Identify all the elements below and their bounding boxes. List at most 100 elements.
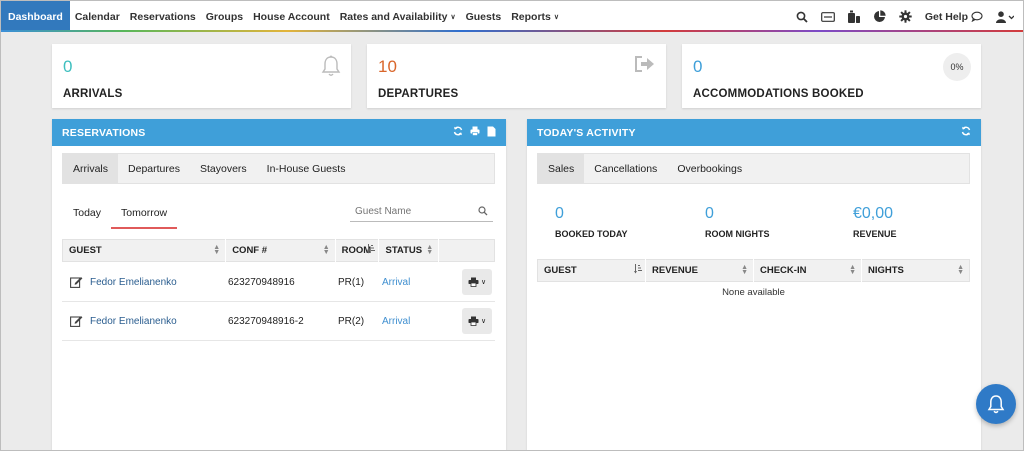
arrivals-label: ARRIVALS [63, 88, 123, 100]
room-code: PR(1) [338, 276, 365, 288]
user-icon[interactable] [995, 10, 1015, 24]
room-nights-value: 0 [705, 205, 714, 222]
sign-out-icon [634, 55, 656, 76]
activity-header: TODAY'S ACTIVITY [527, 119, 981, 146]
nav-accent-bar [1, 30, 1023, 32]
arrivals-card: 0 ARRIVALS [52, 44, 351, 108]
bell-icon [987, 395, 1005, 414]
booked-today-label: BOOKED TODAY [555, 229, 628, 239]
nav-calendar[interactable]: Calendar [70, 1, 125, 32]
sort-icon: ▲ ▼ [741, 264, 748, 276]
tab-cancellations[interactable]: Cancellations [584, 153, 667, 184]
arrivals-count: 0 [63, 57, 73, 76]
get-help-label: Get Help [924, 10, 968, 23]
col-status[interactable]: STATUS ▲ ▼ [379, 239, 440, 262]
edit-icon[interactable] [70, 315, 84, 327]
room-nights-stat: 0 ROOM NIGHTS [705, 205, 770, 239]
col-guest[interactable]: GUEST [538, 259, 646, 282]
tab-departures[interactable]: Departures [118, 153, 190, 184]
col-revenue[interactable]: REVENUE ▲ ▼ [646, 259, 754, 282]
search-icon[interactable] [795, 10, 809, 24]
nav-utilities: Get Help [795, 1, 1015, 32]
guest-search-input[interactable] [350, 202, 468, 220]
col-guest[interactable]: GUEST ▲ ▼ [63, 239, 227, 262]
col-conf[interactable]: CONF # ▲ ▼ [226, 239, 336, 262]
departures-card: 10 DEPARTURES [367, 44, 666, 108]
chevron-down-icon: ∨ [553, 13, 560, 21]
nav-reports[interactable]: Reports ∨ [506, 1, 564, 32]
reservations-panel: RESERVATIONS Arrivals Departures Stayove… [52, 119, 506, 450]
room-code: PR(2) [338, 315, 365, 327]
gear-icon[interactable] [899, 10, 913, 24]
print-dropdown-button[interactable]: ∨ [462, 269, 492, 295]
col-nights-label: NIGHTS [868, 265, 904, 276]
room-nights-label: ROOM NIGHTS [705, 229, 770, 239]
nav-rates-availability[interactable]: Rates and Availability ∨ [335, 1, 461, 32]
occupancy-percent-badge: 0% [943, 53, 971, 81]
accommodations-label: ACCOMMODATIONS BOOKED [693, 88, 864, 100]
chat-bubble-icon [971, 11, 983, 22]
col-guest-label: GUEST [69, 245, 102, 256]
get-help-button[interactable]: Get Help [925, 11, 983, 23]
devices-icon[interactable] [847, 10, 861, 24]
guest-name-link[interactable]: Fedor Emelianenko [84, 277, 228, 288]
sort-amount-icon [367, 244, 376, 255]
chevron-down-icon: ∨ [480, 318, 487, 325]
status-link[interactable]: Arrival [382, 277, 462, 288]
pie-chart-icon[interactable] [873, 10, 887, 24]
nav-reservations[interactable]: Reservations [125, 1, 201, 32]
guest-name-link[interactable]: Fedor Emelianenko [84, 316, 228, 327]
accommodations-card: 0 ACCOMMODATIONS BOOKED 0% [682, 44, 981, 108]
bell-icon [321, 55, 341, 80]
tab-overbookings[interactable]: Overbookings [667, 153, 752, 184]
guest-search [350, 202, 493, 222]
tab-in-house-guests[interactable]: In-House Guests [257, 153, 356, 184]
reservations-header: RESERVATIONS [52, 119, 506, 146]
col-status-label: STATUS [385, 245, 423, 256]
col-room[interactable]: ROOM [336, 239, 380, 262]
tab-arrivals[interactable]: Arrivals [63, 153, 119, 184]
document-icon[interactable] [487, 126, 496, 140]
subtab-tomorrow[interactable]: Tomorrow [111, 202, 178, 229]
revenue-label: REVENUE [853, 229, 897, 239]
nav-rates-availability-label: Rates and Availability [339, 10, 448, 23]
status-link[interactable]: Arrival [382, 316, 462, 327]
reservations-tabs: Arrivals Departures Stayovers In-House G… [62, 153, 495, 184]
activity-tabs: Sales Cancellations Overbookings [537, 153, 970, 184]
nav-dashboard[interactable]: Dashboard [1, 1, 70, 32]
col-conf-label: CONF # [232, 245, 268, 256]
sort-icon: ▲ ▼ [322, 244, 330, 256]
col-nights[interactable]: NIGHTS ▲ ▼ [862, 259, 969, 282]
table-row: Fedor Emelianenko 623270948916-2 PR(2) A… [62, 302, 495, 341]
revenue-value: €0,00 [853, 205, 894, 222]
search-icon[interactable] [478, 206, 488, 219]
app-frame: Dashboard Calendar Reservations Groups H… [0, 0, 1024, 451]
col-check-in-label: CHECK-IN [760, 265, 807, 276]
refresh-icon[interactable] [453, 126, 463, 139]
sort-alpha-icon [634, 264, 642, 275]
conf-number: 623270948916 [228, 276, 295, 288]
accommodations-count: 0 [693, 57, 703, 76]
nav-guests[interactable]: Guests [461, 1, 507, 32]
tab-stayovers[interactable]: Stayovers [190, 153, 257, 184]
tab-sales[interactable]: Sales [538, 153, 585, 184]
nav-reports-label: Reports [511, 10, 551, 23]
col-revenue-label: REVENUE [652, 265, 698, 276]
col-check-in[interactable]: CHECK-IN ▲ ▼ [754, 259, 862, 282]
chevron-down-icon: ∨ [450, 13, 456, 21]
nav-house-account[interactable]: House Account [248, 1, 335, 32]
reservations-table-header: GUEST ▲ ▼ CONF # ▲ ▼ ROOM STATUS ▲ ▼ [62, 239, 495, 262]
sort-icon: ▲ ▼ [957, 264, 964, 276]
refresh-icon[interactable] [961, 126, 971, 139]
print-dropdown-button[interactable]: ∨ [462, 308, 492, 334]
nav-groups[interactable]: Groups [201, 1, 248, 32]
booked-today-stat: 0 BOOKED TODAY [555, 205, 628, 239]
print-icon[interactable] [470, 126, 480, 139]
edit-icon[interactable] [70, 276, 84, 288]
subtab-today[interactable]: Today [63, 202, 111, 229]
day-subtabs: Today Tomorrow [63, 202, 178, 229]
col-actions [439, 239, 494, 262]
card-icon[interactable] [820, 10, 835, 24]
notifications-button[interactable] [976, 384, 1016, 424]
table-row: Fedor Emelianenko 623270948916 PR(1) Arr… [62, 263, 495, 302]
